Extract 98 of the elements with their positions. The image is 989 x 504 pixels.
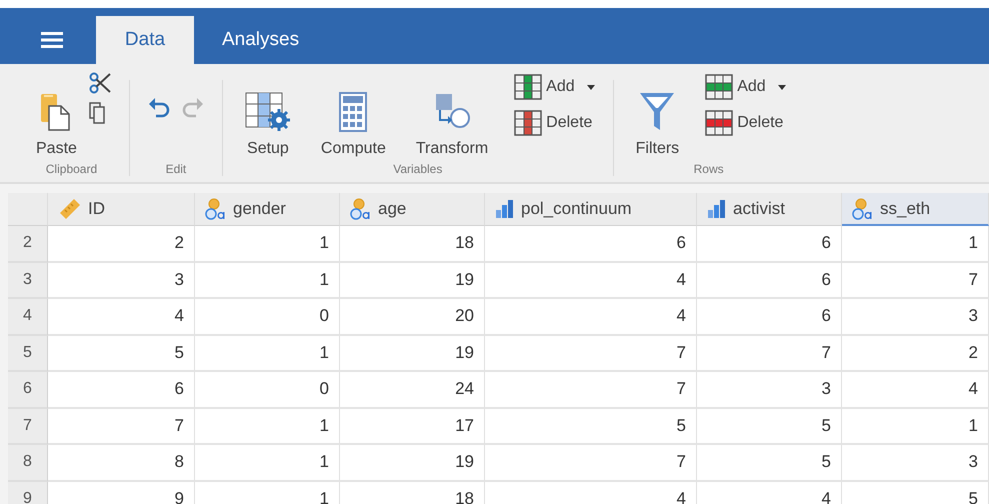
- filters-button[interactable]: Filters: [632, 72, 684, 160]
- table-cell: 1: [195, 445, 340, 482]
- column-name: activist: [733, 199, 785, 219]
- column-delete-button[interactable]: Delete: [514, 110, 595, 136]
- table-cell: 3: [842, 299, 989, 336]
- table-cell: 3: [697, 372, 842, 408]
- table-cell: 19: [340, 445, 485, 482]
- table-cell: 1: [195, 226, 340, 262]
- table-cell: 5: [697, 408, 842, 445]
- row-number: 8: [8, 445, 48, 482]
- column-header[interactable]: gender: [195, 193, 340, 226]
- undo-icon[interactable]: [148, 96, 172, 118]
- table-cell: 5: [842, 482, 989, 504]
- table-cell: 4: [485, 482, 697, 504]
- table-cell: 5: [697, 445, 842, 482]
- column-grid-icon: [514, 74, 542, 100]
- table-cell: 1: [195, 336, 340, 372]
- row-add-button[interactable]: Add: [705, 74, 786, 100]
- group-label: Rows: [694, 162, 724, 176]
- group-label: Variables: [393, 162, 442, 176]
- table-cell: 5: [48, 336, 195, 372]
- row-number: 7: [8, 408, 48, 445]
- table-gear-icon: [244, 92, 291, 132]
- table-cell: 7: [48, 408, 195, 445]
- table-cell: 4: [485, 299, 697, 336]
- table-cell: 6: [48, 372, 195, 408]
- column-header[interactable]: pol_continuum: [485, 193, 697, 226]
- row-number: 9: [8, 482, 48, 504]
- group-label: Edit: [166, 162, 186, 176]
- table-cell: 1: [842, 226, 989, 262]
- row-number: 6: [8, 372, 48, 408]
- table-cell: 4: [842, 372, 989, 408]
- nominal-variable-icon: [205, 198, 227, 220]
- table-cell: 2: [842, 336, 989, 372]
- table-cell: 3: [842, 445, 989, 482]
- table-cell: 4: [697, 482, 842, 504]
- transform-button[interactable]: Transform: [412, 72, 492, 160]
- table-cell: 6: [697, 299, 842, 336]
- ruler-icon: [58, 197, 82, 221]
- nominal-variable-icon: [852, 198, 874, 220]
- column-header[interactable]: ID: [48, 193, 195, 226]
- column-add-button[interactable]: Add: [514, 74, 595, 100]
- table-cell: 17: [340, 408, 485, 445]
- table-cell: 7: [485, 445, 697, 482]
- row-number: 4: [8, 299, 48, 336]
- column-header[interactable]: activist: [697, 193, 842, 226]
- table-cell: 3: [48, 262, 195, 299]
- table-cell: 6: [697, 262, 842, 299]
- row-grid-icon: [705, 110, 734, 136]
- column-header[interactable]: ss_eth: [842, 193, 989, 226]
- table-cell: 6: [697, 226, 842, 262]
- table-cell: 6: [485, 226, 697, 262]
- table-cell: 1: [842, 408, 989, 445]
- column-name: ss_eth: [880, 198, 930, 218]
- table-cell: 19: [340, 336, 485, 372]
- row-delete-button[interactable]: Delete: [705, 110, 786, 136]
- column-grid-icon: [514, 110, 542, 136]
- table-cell: 1: [195, 482, 340, 504]
- row-number: 2: [8, 226, 48, 262]
- compute-button[interactable]: Compute: [316, 72, 390, 160]
- table-cell: 9: [48, 482, 195, 504]
- group-label: Clipboard: [46, 162, 98, 176]
- tab[interactable]: Data: [96, 16, 194, 64]
- table-cell: 0: [195, 372, 340, 408]
- scissors-icon[interactable]: [88, 72, 111, 94]
- table-cell: 18: [340, 482, 485, 504]
- calculator-icon: [339, 92, 368, 132]
- bar-chart-icon: [707, 200, 727, 218]
- table-cell: 1: [195, 262, 340, 299]
- bar-chart-icon: [495, 200, 515, 218]
- row-number: 5: [8, 336, 48, 372]
- table-cell: 20: [340, 299, 485, 336]
- row-number: 3: [8, 262, 48, 299]
- row-grid-icon: [705, 74, 734, 100]
- table-cell: 5: [485, 408, 697, 445]
- table-cell: 7: [842, 262, 989, 299]
- table-cell: 4: [48, 299, 195, 336]
- tab[interactable]: Analyses: [194, 16, 328, 64]
- header-corner: [8, 193, 48, 226]
- table-cell: 1: [195, 408, 340, 445]
- table-cell: 24: [340, 372, 485, 408]
- table-cell: 7: [485, 336, 697, 372]
- table-cell: 0: [195, 299, 340, 336]
- column-name: gender: [233, 199, 286, 219]
- paste-button[interactable]: Paste: [32, 72, 81, 160]
- column-name: age: [378, 199, 406, 219]
- table-cell: 7: [697, 336, 842, 372]
- column-name: pol_continuum: [521, 199, 632, 219]
- table-cell: 4: [485, 262, 697, 299]
- table-cell: 19: [340, 262, 485, 299]
- table-cell: 2: [48, 226, 195, 262]
- column-name: ID: [88, 199, 105, 219]
- table-cell: 8: [48, 445, 195, 482]
- table-cell: 7: [485, 372, 697, 408]
- table-cell: 18: [340, 226, 485, 262]
- column-header[interactable]: age: [340, 193, 485, 226]
- setup-button[interactable]: Setup: [240, 72, 295, 160]
- nominal-variable-icon: [350, 198, 372, 220]
